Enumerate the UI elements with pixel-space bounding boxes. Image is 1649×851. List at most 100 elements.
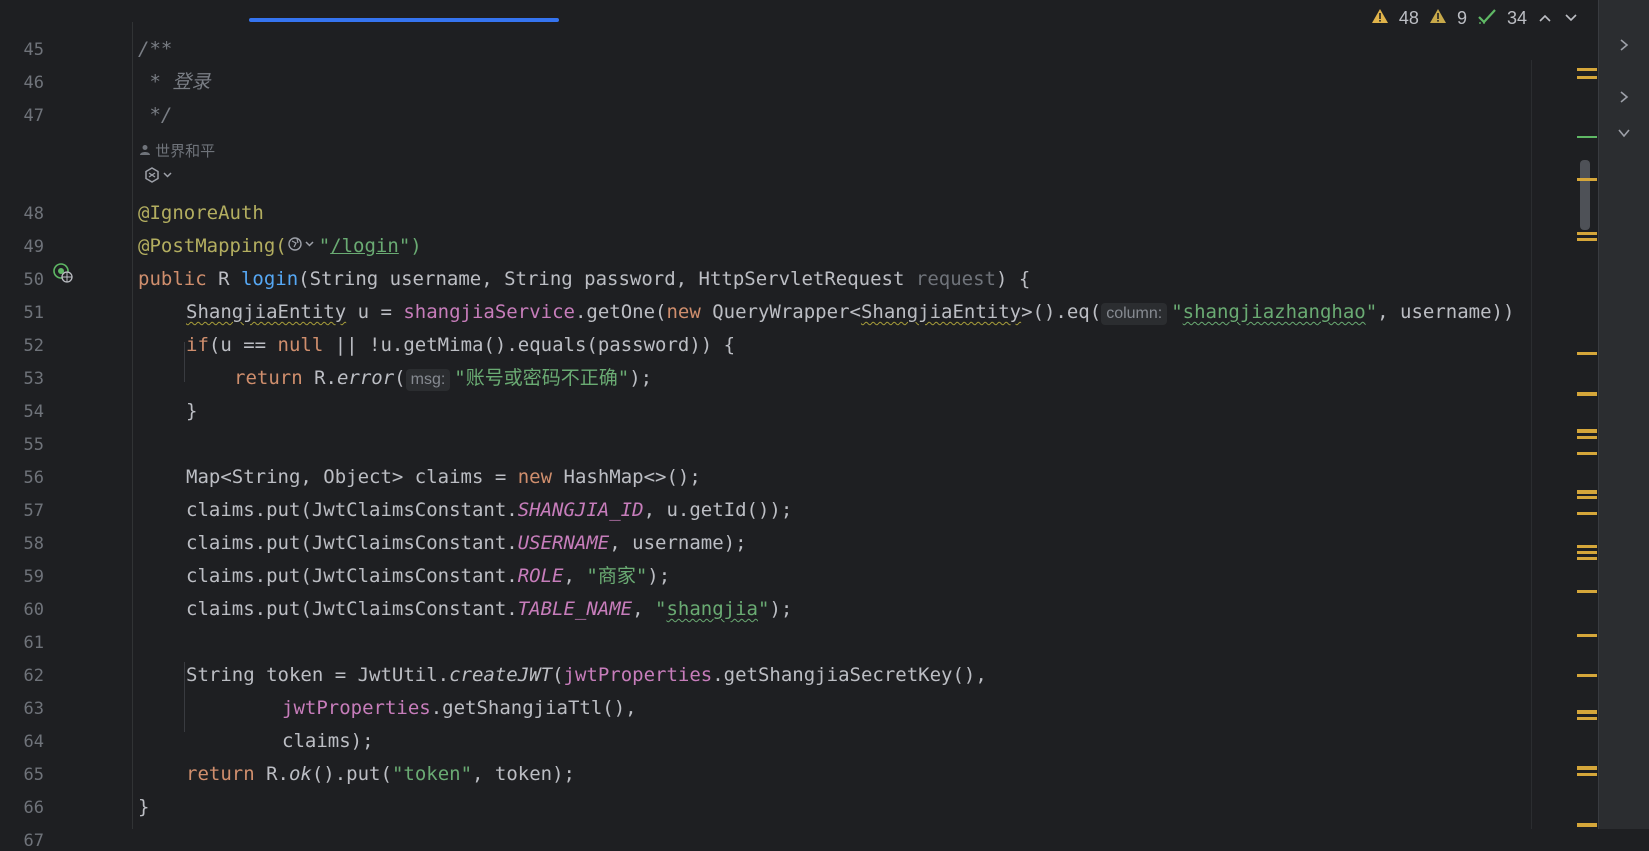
string-literal: "token" bbox=[391, 763, 473, 785]
code-text: u = bbox=[346, 301, 404, 323]
stripe-marker[interactable] bbox=[1577, 545, 1597, 548]
method-call: ok bbox=[288, 763, 312, 785]
string-literal: shangjiazhanghao bbox=[1182, 301, 1366, 323]
method-call: createJWT bbox=[449, 664, 553, 686]
line-number: 56 bbox=[23, 468, 44, 488]
author-name: 世界和平 bbox=[155, 143, 216, 160]
stripe-marker[interactable] bbox=[1577, 717, 1597, 720]
code-line-45: /** bbox=[138, 38, 173, 60]
line-number: 63 bbox=[23, 699, 44, 719]
right-tool-strip bbox=[1598, 0, 1649, 829]
chevron-right-icon[interactable] bbox=[1617, 36, 1631, 57]
warning-count: 48 bbox=[1398, 8, 1419, 28]
code-text: R. bbox=[254, 763, 289, 785]
chevron-down-icon[interactable] bbox=[1563, 8, 1579, 29]
code-line-58: claims.put(JwtClaimsConstant.USERNAME, u… bbox=[186, 531, 747, 555]
stripe-marker[interactable] bbox=[1577, 436, 1597, 439]
line-number: 49 bbox=[23, 237, 44, 257]
line-number: 64 bbox=[23, 732, 44, 752]
stripe-marker[interactable] bbox=[1577, 76, 1597, 79]
stripe-marker[interactable] bbox=[1577, 392, 1597, 396]
globe-endpoint-icon[interactable] bbox=[52, 262, 74, 288]
string-quote: " bbox=[655, 598, 667, 620]
stripe-marker[interactable] bbox=[1577, 490, 1597, 494]
stripe-marker[interactable] bbox=[1577, 674, 1597, 677]
stripe-marker[interactable] bbox=[1577, 557, 1597, 560]
code-text: ().put( bbox=[311, 763, 392, 785]
line-number: 66 bbox=[23, 798, 44, 818]
stripe-marker[interactable] bbox=[1577, 551, 1597, 554]
constant: SHANGJIA_ID bbox=[517, 499, 644, 521]
stripe-marker[interactable] bbox=[1577, 590, 1597, 593]
stripe-marker[interactable] bbox=[1577, 136, 1597, 138]
code-line-65: return R.ok().put("token", token); bbox=[186, 762, 575, 786]
stripe-marker[interactable] bbox=[1577, 429, 1597, 433]
string-quote: " bbox=[1171, 301, 1183, 323]
ai-icon[interactable] bbox=[143, 166, 177, 188]
code-line-51: ShangjiaEntity u = shangjiaService.getOn… bbox=[186, 300, 1514, 325]
typo-count: 34 bbox=[1506, 8, 1527, 28]
vertical-scrollbar-thumb[interactable] bbox=[1580, 160, 1590, 230]
code-text: claims.put(JwtClaimsConstant. bbox=[186, 598, 518, 620]
keyword: null bbox=[277, 334, 324, 356]
code-text: String token = JwtUtil. bbox=[186, 664, 450, 686]
code-line-64: claims); bbox=[282, 730, 374, 752]
stripe-marker[interactable] bbox=[1577, 512, 1597, 515]
endpoint-globe-icon[interactable] bbox=[287, 235, 317, 259]
string-quote: ") bbox=[398, 235, 422, 257]
code-text: >().eq( bbox=[1021, 301, 1102, 323]
line-number: 48 bbox=[23, 204, 44, 224]
code-text: || !u.getMima().equals(password)) { bbox=[323, 334, 736, 356]
endpoint-path-link[interactable]: /login bbox=[330, 235, 399, 257]
stripe-marker[interactable] bbox=[1577, 766, 1597, 770]
field-name: jwtProperties bbox=[563, 664, 713, 686]
code-text: .getShangjiaSecretKey(), bbox=[712, 664, 987, 686]
code-text: ) { bbox=[995, 268, 1031, 290]
stripe-marker[interactable] bbox=[1577, 634, 1597, 637]
stripe-marker[interactable] bbox=[1577, 496, 1597, 499]
field-name: jwtProperties bbox=[282, 697, 431, 719]
line-number: 67 bbox=[23, 831, 44, 851]
stripe-marker[interactable] bbox=[1577, 773, 1597, 776]
inspections-widget[interactable]: 48 9 34 bbox=[1370, 8, 1579, 29]
type-name: ShangjiaEntity bbox=[860, 301, 1022, 323]
method-call: error bbox=[336, 367, 395, 389]
chevron-right-icon[interactable] bbox=[1617, 88, 1631, 109]
chevron-down-icon[interactable] bbox=[1617, 124, 1631, 145]
code-line-53: return R.error(msg: "账号或密码不正确"); bbox=[234, 366, 652, 391]
code-text: , u.getId()); bbox=[643, 499, 793, 521]
code-line-46: * 登录 bbox=[138, 71, 211, 93]
string-literal: shangjia bbox=[666, 598, 758, 620]
code-line-66: } bbox=[138, 796, 150, 818]
stripe-marker[interactable] bbox=[1577, 238, 1597, 241]
person-icon bbox=[139, 143, 155, 160]
code-text: , username)) bbox=[1377, 301, 1515, 323]
stripe-marker[interactable] bbox=[1577, 68, 1597, 71]
stripe-marker[interactable] bbox=[1577, 232, 1597, 235]
string-literal: "商家" bbox=[586, 565, 648, 587]
line-number: 53 bbox=[23, 369, 44, 389]
line-number: 52 bbox=[23, 336, 44, 356]
chevron-up-icon[interactable] bbox=[1537, 8, 1553, 29]
code-text: ( bbox=[394, 367, 406, 389]
indent-guide bbox=[184, 342, 185, 382]
stripe-marker[interactable] bbox=[1577, 710, 1597, 714]
code-line-57: claims.put(JwtClaimsConstant.SHANGJIA_ID… bbox=[186, 498, 792, 522]
code-editor[interactable]: /** * 登录 */ 世界和平 @IgnoreAuth @PostMappin… bbox=[133, 22, 1598, 829]
stripe-marker[interactable] bbox=[1577, 452, 1597, 455]
stripe-marker[interactable] bbox=[1577, 352, 1597, 355]
code-line-56: Map<String, Object> claims = new HashMap… bbox=[186, 465, 701, 489]
keyword: public bbox=[138, 268, 207, 290]
right-margin-line bbox=[1531, 60, 1532, 829]
code-text: , bbox=[632, 598, 656, 620]
string-quote: " bbox=[1365, 301, 1378, 323]
author-hint[interactable]: 世界和平 bbox=[139, 140, 215, 161]
type-name: ShangjiaEntity bbox=[186, 301, 347, 323]
editor-tab-bar[interactable] bbox=[0, 0, 1598, 23]
check-icon bbox=[1477, 8, 1497, 29]
indent-guide bbox=[184, 662, 185, 732]
line-number: 60 bbox=[23, 600, 44, 620]
stripe-marker[interactable] bbox=[1577, 823, 1597, 827]
stripe-marker[interactable] bbox=[1577, 178, 1597, 181]
code-line-50: public R login(String username, String p… bbox=[138, 267, 1030, 291]
